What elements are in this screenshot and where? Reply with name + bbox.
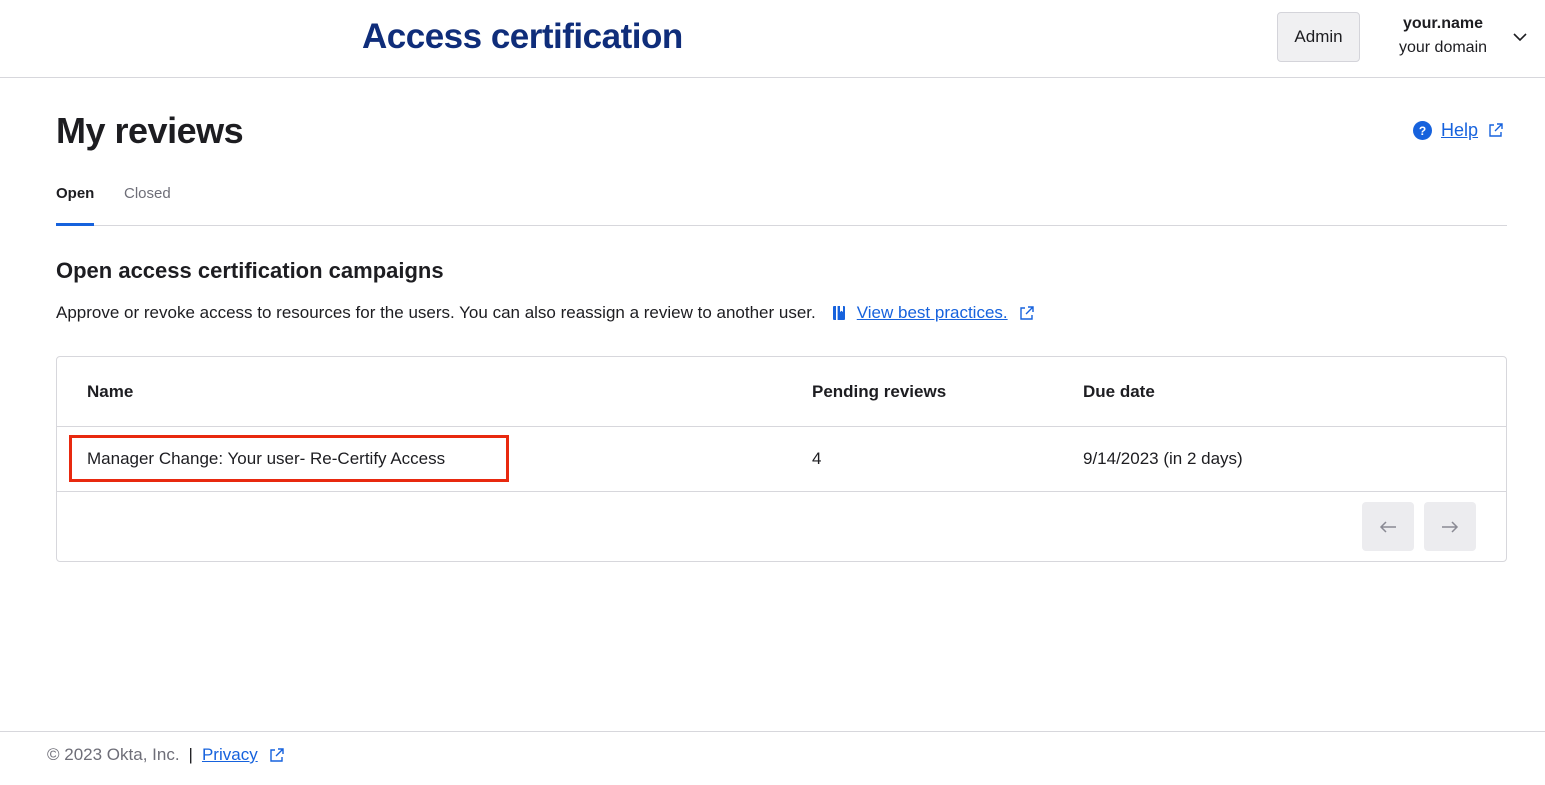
next-page-button[interactable] xyxy=(1424,502,1476,551)
arrow-left-icon xyxy=(1379,520,1396,533)
section-title: Open access certification campaigns xyxy=(56,258,444,283)
campaign-name-link[interactable]: Manager Change: Your user- Re-Certify Ac… xyxy=(87,449,445,469)
tab-closed[interactable]: Closed xyxy=(124,185,171,202)
footer: © 2023 Okta, Inc. | Privacy xyxy=(0,731,1545,785)
copyright-text: © 2023 Okta, Inc. xyxy=(47,745,180,764)
footer-separator: | xyxy=(188,745,193,764)
chevron-down-icon[interactable] xyxy=(1512,31,1528,43)
help-label[interactable]: Help xyxy=(1441,120,1478,141)
previous-page-button[interactable] xyxy=(1362,502,1414,551)
user-name: your.name xyxy=(1402,15,1484,32)
external-link-icon xyxy=(1489,123,1503,137)
privacy-link[interactable]: Privacy xyxy=(202,745,258,765)
top-bar: Access certification Admin your.name you… xyxy=(0,0,1545,78)
description-text: Approve or revoke access to resources fo… xyxy=(56,303,816,322)
pending-reviews-count: 4 xyxy=(812,449,822,468)
external-link-icon xyxy=(270,747,284,762)
user-menu[interactable]: your.name your domain xyxy=(1382,14,1532,64)
external-link-icon xyxy=(1019,305,1034,320)
column-header-name: Name xyxy=(87,382,134,401)
campaigns-table: Name Pending reviews Due date Manager Ch… xyxy=(56,356,1507,562)
app-title: Access certification xyxy=(362,17,683,56)
book-icon xyxy=(832,306,845,320)
column-header-pending-reviews: Pending reviews xyxy=(812,382,947,401)
best-practices-link[interactable]: View best practices. xyxy=(857,303,1008,323)
help-link[interactable]: ? Help xyxy=(1413,120,1504,141)
active-tab-indicator xyxy=(56,223,94,226)
due-date: 9/14/2023 (in 2 days) xyxy=(1083,449,1243,468)
admin-button[interactable]: Admin xyxy=(1277,12,1360,62)
page-title: My reviews xyxy=(56,110,244,151)
help-circle-icon: ? xyxy=(1413,121,1432,140)
footer-content: © 2023 Okta, Inc. | Privacy xyxy=(47,745,285,765)
table-row[interactable]: Manager Change: Your user- Re-Certify Ac… xyxy=(57,427,1506,492)
arrow-right-icon xyxy=(1442,520,1459,533)
user-domain: your domain xyxy=(1398,39,1488,56)
section-description: Approve or revoke access to resources fo… xyxy=(56,303,1035,323)
column-header-due-date: Due date xyxy=(1083,382,1155,401)
tab-open[interactable]: Open xyxy=(56,185,94,202)
review-tabs: Open Closed xyxy=(56,178,1507,226)
